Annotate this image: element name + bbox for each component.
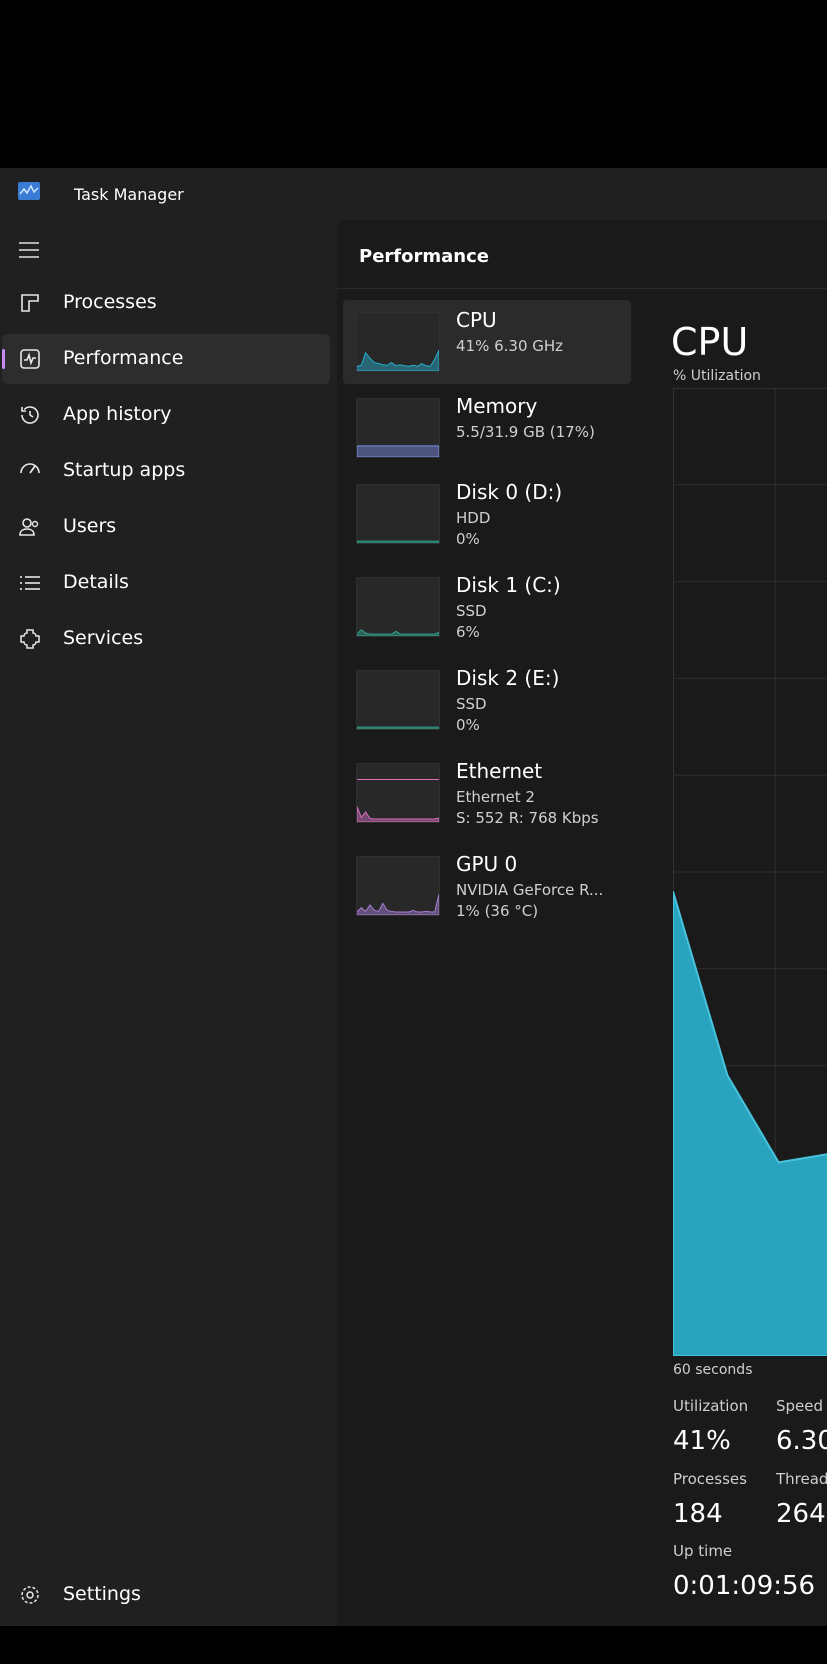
task-manager-window: Task Manager Processes Performance App h… (0, 168, 827, 1626)
nav-label-settings: Settings (63, 1583, 141, 1605)
cpu-utilization-graph (673, 388, 827, 1356)
device-thumbnail-area (357, 894, 439, 915)
nav-label-users: Users (63, 515, 117, 537)
title-bar: Task Manager (0, 168, 827, 220)
services-icon (20, 629, 40, 649)
device-name: Disk 1 (C:) (456, 573, 561, 597)
device-name: CPU (456, 308, 497, 332)
device-detail-text: Ethernet 2 (456, 788, 535, 806)
device-thumbnail-graph (356, 670, 440, 730)
device-item-disk-1[interactable]: Disk 1 (C:) SSD 6% (343, 565, 631, 651)
device-thumbnail-area (357, 726, 439, 729)
device-detail-text: SSD (456, 602, 487, 620)
device-thumbnail-graph (356, 856, 440, 916)
users-icon (19, 518, 39, 536)
device-item-disk-0[interactable]: Disk 0 (D:) HDD 0% (343, 472, 631, 558)
nav-label-services: Services (63, 627, 144, 649)
device-name: Disk 2 (E:) (456, 666, 560, 690)
device-item-ethernet[interactable]: Ethernet Ethernet 2 S: 552 R: 768 Kbps (343, 751, 631, 837)
nav-item-processes[interactable]: Processes (2, 278, 330, 328)
task-manager-icon (18, 182, 40, 200)
detail-title: CPU (671, 320, 749, 364)
nav-item-app-history[interactable]: App history (2, 390, 330, 440)
active-indicator (2, 349, 5, 369)
device-thumbnail-graph (356, 484, 440, 544)
nav-label-app-history: App history (63, 403, 172, 425)
device-item-cpu[interactable]: CPU 41% 6.30 GHz (343, 300, 631, 384)
device-name: Memory (456, 394, 538, 418)
device-thumbnail-area (357, 349, 439, 371)
nav-item-services[interactable]: Services (2, 614, 330, 664)
device-detail-text: 0% (456, 716, 480, 734)
details-icon (20, 576, 40, 590)
device-thumbnail-area (357, 629, 439, 636)
performance-icon (20, 349, 40, 369)
app-history-icon (21, 406, 39, 424)
device-item-gpu-0[interactable]: GPU 0 NVIDIA GeForce R... 1% (36 °C) (343, 844, 631, 930)
nav-item-performance[interactable]: Performance (2, 334, 330, 384)
device-thumbnail-area (357, 540, 439, 543)
startup-apps-icon (20, 463, 40, 474)
stat-label-speed: Speed (776, 1397, 824, 1415)
hamburger-menu-icon[interactable] (18, 240, 40, 260)
device-item-disk-2[interactable]: Disk 2 (E:) SSD 0% (343, 658, 631, 744)
device-detail-text: 1% (36 °C) (456, 902, 539, 920)
device-name: Disk 0 (D:) (456, 480, 563, 504)
device-detail-text: 0% (456, 530, 480, 548)
gear-icon (21, 1586, 39, 1604)
nav-label-details: Details (63, 571, 129, 593)
device-detail-text: HDD (456, 509, 491, 527)
stat-value-speed: 6.30 (776, 1426, 827, 1456)
device-name: Ethernet (456, 759, 543, 783)
nav-item-details[interactable]: Details (2, 558, 330, 608)
nav-item-users[interactable]: Users (2, 502, 330, 552)
stat-value-utilization: 41% (673, 1426, 731, 1456)
device-thumbnail-graph (356, 577, 440, 637)
processes-icon (21, 294, 39, 312)
stat-value-up-time: 0:01:09:56 (673, 1571, 816, 1601)
device-thumbnail-graph (356, 312, 440, 372)
device-detail-text: 41% 6.30 GHz (456, 337, 564, 355)
device-thumbnail-graph (356, 763, 440, 823)
stat-value-processes: 184 (673, 1499, 723, 1529)
nav-item-startup-apps[interactable]: Startup apps (2, 446, 330, 496)
device-detail-text: SSD (456, 695, 487, 713)
device-detail-text: S: 552 R: 768 Kbps (456, 809, 599, 827)
nav-item-settings[interactable]: Settings (2, 1570, 330, 1620)
graph-time-label: 60 seconds (673, 1362, 753, 1378)
app-title: Task Manager (74, 185, 184, 204)
header-divider (337, 288, 827, 289)
page-title: Performance (359, 246, 489, 267)
device-name: GPU 0 (456, 852, 518, 876)
stat-label-up-time: Up time (673, 1542, 733, 1560)
stat-value-threads: 2647 (776, 1499, 827, 1529)
device-detail-text: NVIDIA GeForce R... (456, 881, 604, 899)
device-thumbnail-area (357, 445, 439, 457)
device-detail-text: 6% (456, 623, 480, 641)
graph-label: % Utilization (673, 368, 761, 384)
stat-label-threads: Threads (776, 1470, 827, 1488)
nav-label-performance: Performance (63, 347, 184, 369)
device-detail-text: 5.5/31.9 GB (17%) (456, 423, 595, 441)
stat-label-processes: Processes (673, 1470, 747, 1488)
nav-label-processes: Processes (63, 291, 157, 313)
device-thumbnail-graph (356, 398, 440, 458)
nav-label-startup-apps: Startup apps (63, 459, 186, 481)
performance-content: Performance CPU 41% 6.30 GHz Memory 5.5/31… (337, 220, 827, 1626)
device-thumbnail-area (357, 806, 439, 822)
device-item-memory[interactable]: Memory 5.5/31.9 GB (17%) (343, 386, 631, 470)
stat-label-utilization: Utilization (673, 1397, 749, 1415)
